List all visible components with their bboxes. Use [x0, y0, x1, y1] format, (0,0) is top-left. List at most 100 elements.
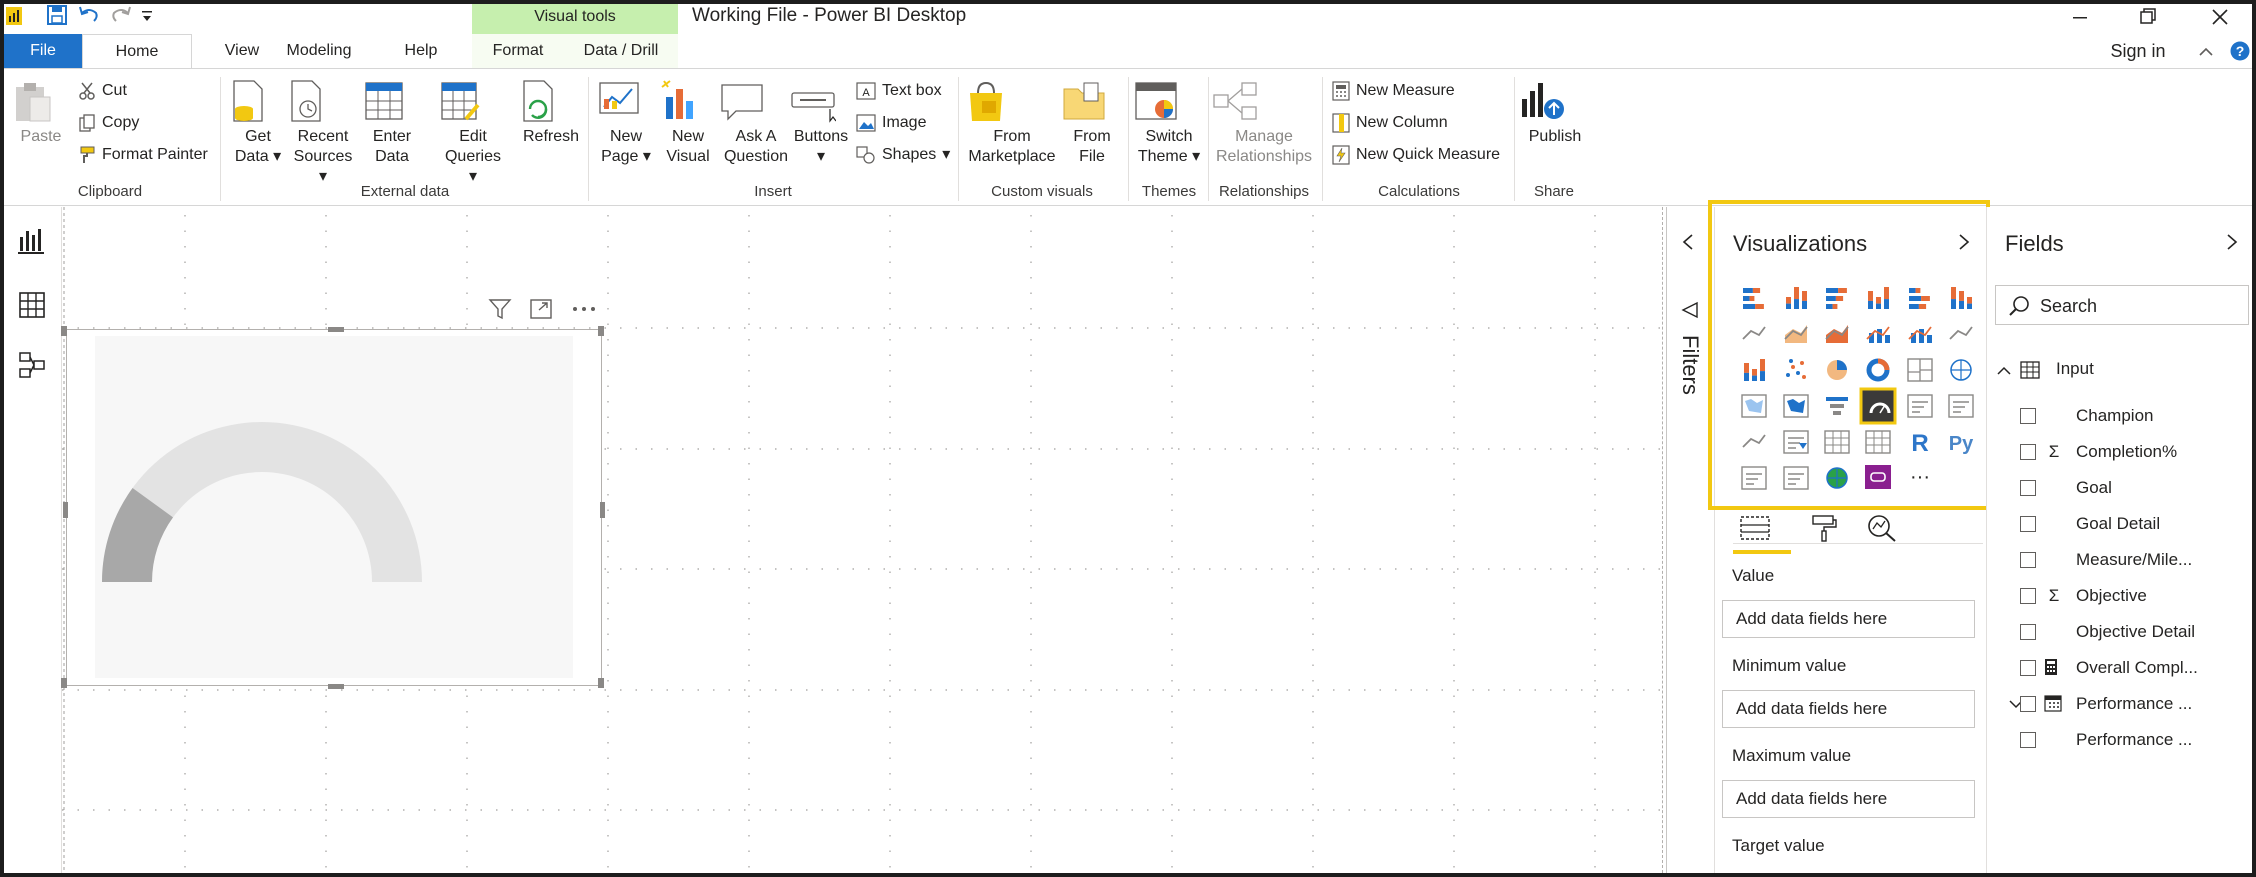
ribbon-separator — [588, 77, 589, 201]
relationships-icon — [1212, 79, 1316, 123]
cut-button[interactable]: Cut — [78, 79, 127, 103]
new-visual-button[interactable]: New Visual — [660, 79, 716, 167]
field-checkbox[interactable] — [2020, 444, 2036, 460]
recent-sources-button[interactable]: Recent Sources ▾ — [288, 79, 358, 187]
sign-in-link[interactable]: Sign in — [2090, 34, 2186, 68]
database-file-icon — [230, 79, 286, 123]
shapes-button[interactable]: Shapes ▾ — [856, 143, 950, 167]
value-well[interactable]: Add data fields here — [1722, 600, 1975, 638]
customize-toolbar-icon[interactable] — [141, 9, 153, 23]
resize-handle[interactable] — [600, 502, 605, 518]
resize-handle[interactable] — [598, 326, 604, 336]
enter-data-button[interactable]: Enter Data — [364, 79, 420, 167]
more-options-icon[interactable] — [572, 306, 596, 312]
resize-handle[interactable] — [61, 678, 67, 688]
analytics-magnifier-icon[interactable] — [1865, 513, 1899, 543]
field-item[interactable]: Σ Completion% — [2020, 439, 2177, 465]
restore-button[interactable] — [2124, 2, 2170, 32]
field-item[interactable]: Σ Objective — [2020, 583, 2147, 609]
field-checkbox[interactable] — [2020, 624, 2036, 640]
collapse-table-icon[interactable] — [1996, 364, 2012, 376]
field-checkbox[interactable] — [2020, 408, 2036, 424]
refresh-button[interactable]: Refresh — [518, 79, 584, 147]
resize-handle[interactable] — [598, 678, 604, 688]
fields-search-input[interactable]: Search — [1995, 285, 2249, 325]
collapse-filters-icon[interactable] — [1681, 233, 1695, 251]
ribbon: Paste Cut Copy Format Painter Clipboard … — [4, 68, 2252, 206]
focus-mode-icon[interactable] — [530, 299, 552, 319]
field-item[interactable]: Goal Detail — [2020, 511, 2160, 537]
fields-tab-icon[interactable] — [1737, 513, 1773, 543]
tab-format[interactable]: Format — [480, 34, 556, 68]
format-paint-roller-icon[interactable] — [1809, 513, 1839, 543]
switch-theme-button[interactable]: Switch Theme ▾ — [1134, 79, 1204, 167]
format-painter-button[interactable]: Format Painter — [78, 143, 208, 167]
close-button[interactable] — [2196, 2, 2242, 32]
minimum-value-well[interactable]: Add data fields here — [1722, 690, 1975, 728]
copy-button[interactable]: Copy — [78, 111, 139, 135]
data-view-icon[interactable] — [16, 289, 48, 321]
image-button[interactable]: Image — [856, 111, 926, 135]
table-icon — [364, 79, 420, 123]
field-checkbox[interactable] — [2020, 552, 2036, 568]
tab-data-drill[interactable]: Data / Drill — [572, 34, 670, 68]
manage-relationships-button[interactable]: Manage Relationships — [1212, 79, 1316, 167]
table-name[interactable]: Input — [2056, 359, 2094, 379]
ask-question-button[interactable]: Ask A Question — [720, 79, 792, 167]
resize-handle[interactable] — [328, 327, 344, 332]
maximum-value-well[interactable]: Add data fields here — [1722, 780, 1975, 818]
field-item[interactable]: Overall Compl... — [2020, 655, 2198, 681]
themes-group-label: Themes — [1141, 183, 1197, 200]
minimize-button[interactable] — [2056, 2, 2102, 32]
field-item[interactable]: Objective Detail — [2020, 619, 2195, 645]
new-column-button[interactable]: New Column — [1332, 111, 1448, 135]
collapse-fields-icon[interactable] — [2225, 233, 2239, 251]
field-checkbox[interactable] — [2020, 588, 2036, 604]
undo-icon[interactable] — [78, 5, 100, 25]
from-marketplace-button[interactable]: From Marketplace — [964, 79, 1060, 167]
paste-button[interactable]: Paste — [12, 79, 70, 147]
field-item[interactable]: Measure/Mile... — [2020, 547, 2192, 573]
collapse-ribbon-icon[interactable] — [2198, 45, 2214, 57]
field-checkbox[interactable] — [2020, 480, 2036, 496]
help-icon[interactable]: ? — [2230, 41, 2250, 61]
resize-handle[interactable] — [328, 684, 344, 689]
get-data-button[interactable]: Get Data ▾ — [230, 79, 286, 167]
target-value-well-label: Target value — [1732, 836, 1825, 855]
new-page-button[interactable]: New Page ▾ — [598, 79, 654, 167]
calculator-icon — [2044, 658, 2064, 678]
gauge-visual[interactable] — [66, 329, 602, 686]
save-icon[interactable] — [47, 5, 67, 25]
filter-icon[interactable] — [488, 298, 512, 320]
filters-pane[interactable]: Filters — [1666, 207, 1714, 873]
field-checkbox[interactable] — [2020, 732, 2036, 748]
field-checkbox[interactable] — [2020, 696, 2036, 712]
new-measure-button[interactable]: New Measure — [1332, 79, 1455, 103]
maximum-value-well-label: Maximum value — [1732, 746, 1852, 765]
field-checkbox[interactable] — [2020, 516, 2036, 532]
marketplace-bag-icon — [964, 79, 1060, 123]
tab-help[interactable]: Help — [392, 34, 450, 68]
tab-view[interactable]: View — [208, 34, 276, 68]
field-item[interactable]: Champion — [2020, 403, 2154, 429]
redo-icon[interactable] — [110, 5, 132, 25]
resize-handle[interactable] — [63, 502, 68, 518]
text-box-button[interactable]: A Text box — [856, 79, 942, 103]
field-item[interactable]: Goal — [2020, 475, 2112, 501]
tab-modeling[interactable]: Modeling — [276, 34, 362, 68]
new-quick-measure-button[interactable]: New Quick Measure — [1332, 143, 1500, 167]
quick-measure-icon — [1332, 145, 1350, 165]
field-item[interactable]: Performance ... — [2020, 691, 2192, 717]
search-icon — [2008, 295, 2030, 317]
resize-handle[interactable] — [61, 326, 67, 336]
tab-home[interactable]: Home — [82, 34, 192, 69]
model-view-icon[interactable] — [16, 349, 48, 381]
publish-button[interactable]: Publish — [1518, 79, 1592, 147]
field-item[interactable]: Performance ... — [2020, 727, 2192, 753]
report-view-icon[interactable] — [16, 225, 48, 257]
field-checkbox[interactable] — [2020, 660, 2036, 676]
tab-file[interactable]: File — [4, 34, 82, 68]
from-file-button[interactable]: From File — [1062, 79, 1122, 167]
edit-queries-button[interactable]: Edit Queries ▾ — [440, 79, 506, 187]
buttons-button[interactable]: Buttons ▾ — [790, 79, 852, 167]
